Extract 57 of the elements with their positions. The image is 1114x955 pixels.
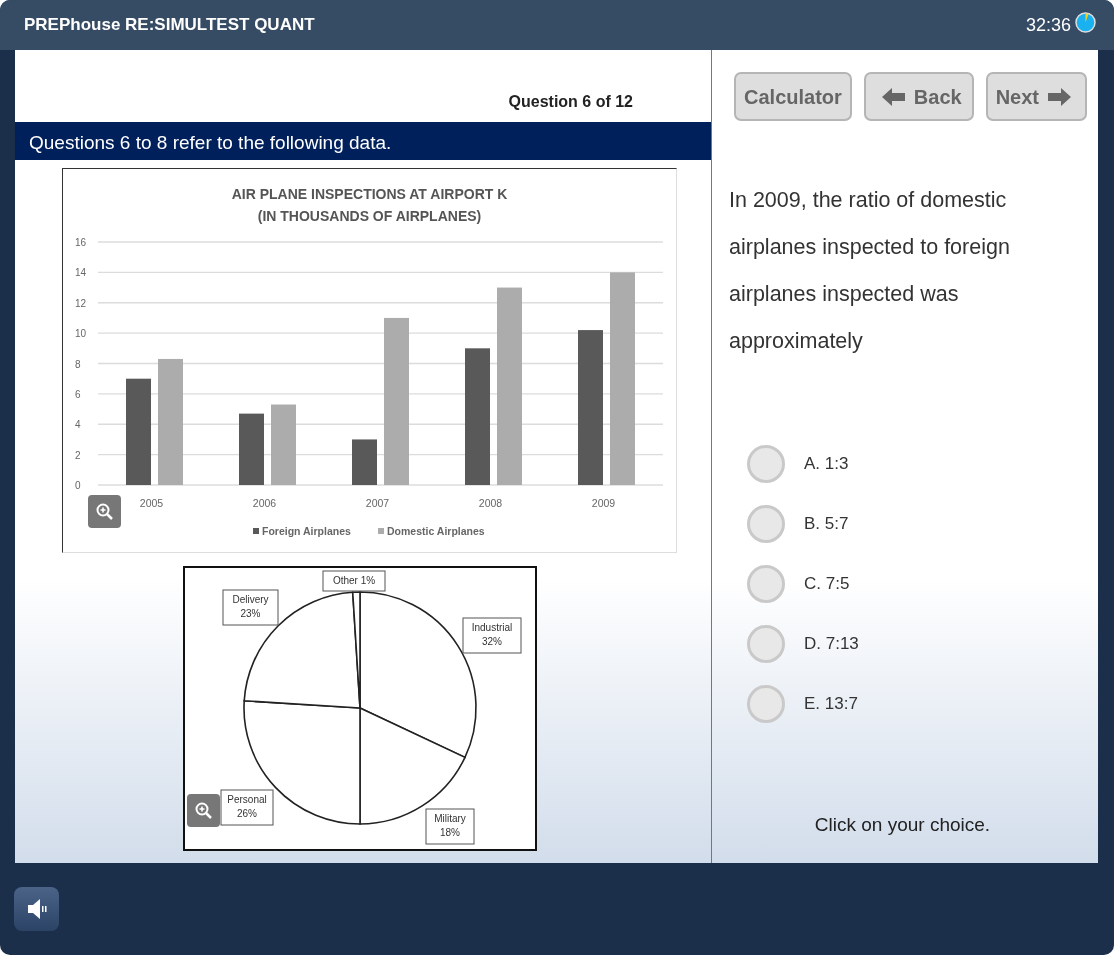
question-counter: Question 6 of 12	[508, 92, 633, 112]
data-label: Personal 26%	[227, 794, 267, 819]
audio-button[interactable]	[14, 887, 59, 931]
radio-button[interactable]	[747, 445, 785, 483]
axis-label: 2007	[365, 497, 390, 509]
instruction-text: Click on your choice.	[813, 812, 992, 837]
data-label: Industrial 32%	[471, 622, 513, 647]
timer-icon	[1075, 11, 1096, 33]
answer-choice[interactable]: C. 7:5	[747, 565, 1098, 603]
radio-button[interactable]	[747, 505, 785, 543]
slice-label: Personal 26%	[220, 789, 274, 826]
axis-label: 2005	[139, 497, 164, 509]
axis-label: 2009	[591, 497, 616, 509]
radio-button[interactable]	[747, 625, 785, 663]
question-text: In 2009, the ratio of domestic airplanes inspected to foreign airplanes inspected was approximately	[729, 187, 1011, 355]
axis-label: 2006	[252, 497, 277, 509]
axis-tick-label: 10	[75, 328, 87, 340]
answer-choice[interactable]: D. 7:13	[747, 625, 1098, 663]
slice-label: Other 1%	[322, 570, 386, 592]
zoom-button[interactable]	[88, 495, 121, 528]
axis-tick-label: 0	[75, 480, 81, 491]
bar	[239, 413, 264, 485]
back-button[interactable]: Back	[863, 72, 974, 121]
next-button[interactable]: Next	[985, 72, 1087, 121]
answer-choice[interactable]: A. 1:3	[747, 445, 1098, 483]
axis-tick-label: 6	[75, 388, 81, 400]
answer-choice[interactable]: B. 5:7	[747, 505, 1098, 543]
answer-choice[interactable]: E. 13:7	[747, 685, 1098, 723]
zoom-in-icon	[194, 801, 213, 820]
radio-button[interactable]	[747, 565, 785, 603]
chart-title: AIR PLANE INSPECTIONS AT AIRPORT K (IN THOUSANDS OF AIRPLANES)	[230, 185, 509, 226]
data-label: Delivery 23%	[232, 594, 269, 619]
axis-label: 2008	[478, 497, 503, 509]
slice-label: Military 18%	[425, 808, 475, 845]
legend-item: Foreign Airplanes	[253, 525, 351, 537]
data-label: Other 1%	[332, 575, 376, 586]
bar	[352, 439, 377, 485]
axis-tick-label: 8	[75, 358, 81, 370]
speaker-icon	[25, 898, 48, 920]
window-title: PREPhouse RE:SIMULTEST QUANT	[24, 14, 315, 37]
data-label: Military 18%	[434, 813, 466, 838]
legend-item: Domestic Airplanes	[378, 525, 485, 537]
radio-button[interactable]	[747, 685, 785, 723]
zoom-button[interactable]	[187, 794, 220, 827]
calculator-button[interactable]: Calculator	[734, 72, 852, 121]
slice-label: Delivery 23%	[222, 589, 279, 626]
axis-tick-label: 12	[75, 297, 87, 309]
zoom-in-icon	[95, 502, 114, 521]
timer: 32:36	[1025, 13, 1071, 37]
axis-tick-label: 4	[75, 419, 81, 431]
axis-tick-label: 2	[75, 449, 81, 461]
axis-tick-label: 16	[75, 237, 87, 248]
right-arrow-icon	[1047, 87, 1071, 106]
instruction-banner: Questions 6 to 8 refer to the following data.	[15, 122, 711, 160]
axis-tick-label: 14	[75, 267, 87, 279]
left-arrow-icon	[881, 87, 906, 106]
slice-label: Industrial 32%	[462, 617, 522, 654]
